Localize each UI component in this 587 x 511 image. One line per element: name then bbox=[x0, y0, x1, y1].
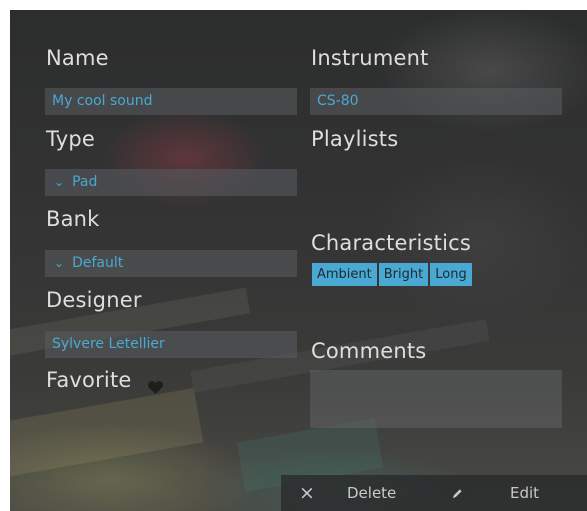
heart-icon[interactable] bbox=[147, 380, 164, 395]
bank-dropdown-value: Default bbox=[72, 255, 124, 271]
name-field[interactable]: My cool sound bbox=[45, 88, 297, 115]
type-label: Type bbox=[46, 127, 96, 151]
favorite-label: Favorite bbox=[46, 368, 132, 392]
playlists-label: Playlists bbox=[311, 127, 399, 151]
chevron-down-icon: ⌄ bbox=[54, 175, 65, 189]
chevron-down-icon: ⌄ bbox=[54, 256, 65, 270]
delete-button[interactable]: Delete bbox=[347, 475, 396, 511]
bank-label: Bank bbox=[46, 207, 100, 231]
characteristics-label: Characteristics bbox=[311, 231, 472, 255]
preset-info-panel: Name My cool sound Type ⌄ Pad Bank ⌄ Defau… bbox=[10, 10, 587, 511]
characteristic-tag[interactable]: Ambient bbox=[312, 263, 377, 286]
name-label: Name bbox=[46, 46, 109, 70]
instrument-label: Instrument bbox=[311, 46, 429, 70]
type-dropdown[interactable]: ⌄ Pad bbox=[45, 169, 297, 196]
pencil-icon[interactable] bbox=[452, 488, 463, 499]
edit-button[interactable]: Edit bbox=[510, 475, 539, 511]
characteristic-tag[interactable]: Bright bbox=[378, 263, 429, 286]
designer-field[interactable]: Sylvere Letellier bbox=[45, 331, 297, 358]
comments-label: Comments bbox=[311, 339, 427, 363]
type-dropdown-value: Pad bbox=[72, 174, 98, 190]
close-icon[interactable]: × bbox=[299, 475, 315, 511]
action-toolbar: × Delete Edit bbox=[281, 475, 587, 511]
designer-label: Designer bbox=[46, 288, 142, 312]
comments-textarea[interactable] bbox=[310, 370, 562, 428]
background-decoration bbox=[10, 388, 204, 477]
instrument-field[interactable]: CS-80 bbox=[310, 88, 562, 115]
bank-dropdown[interactable]: ⌄ Default bbox=[45, 250, 297, 277]
characteristics-tags: Ambient Bright Long bbox=[312, 263, 474, 286]
characteristic-tag[interactable]: Long bbox=[430, 263, 472, 286]
